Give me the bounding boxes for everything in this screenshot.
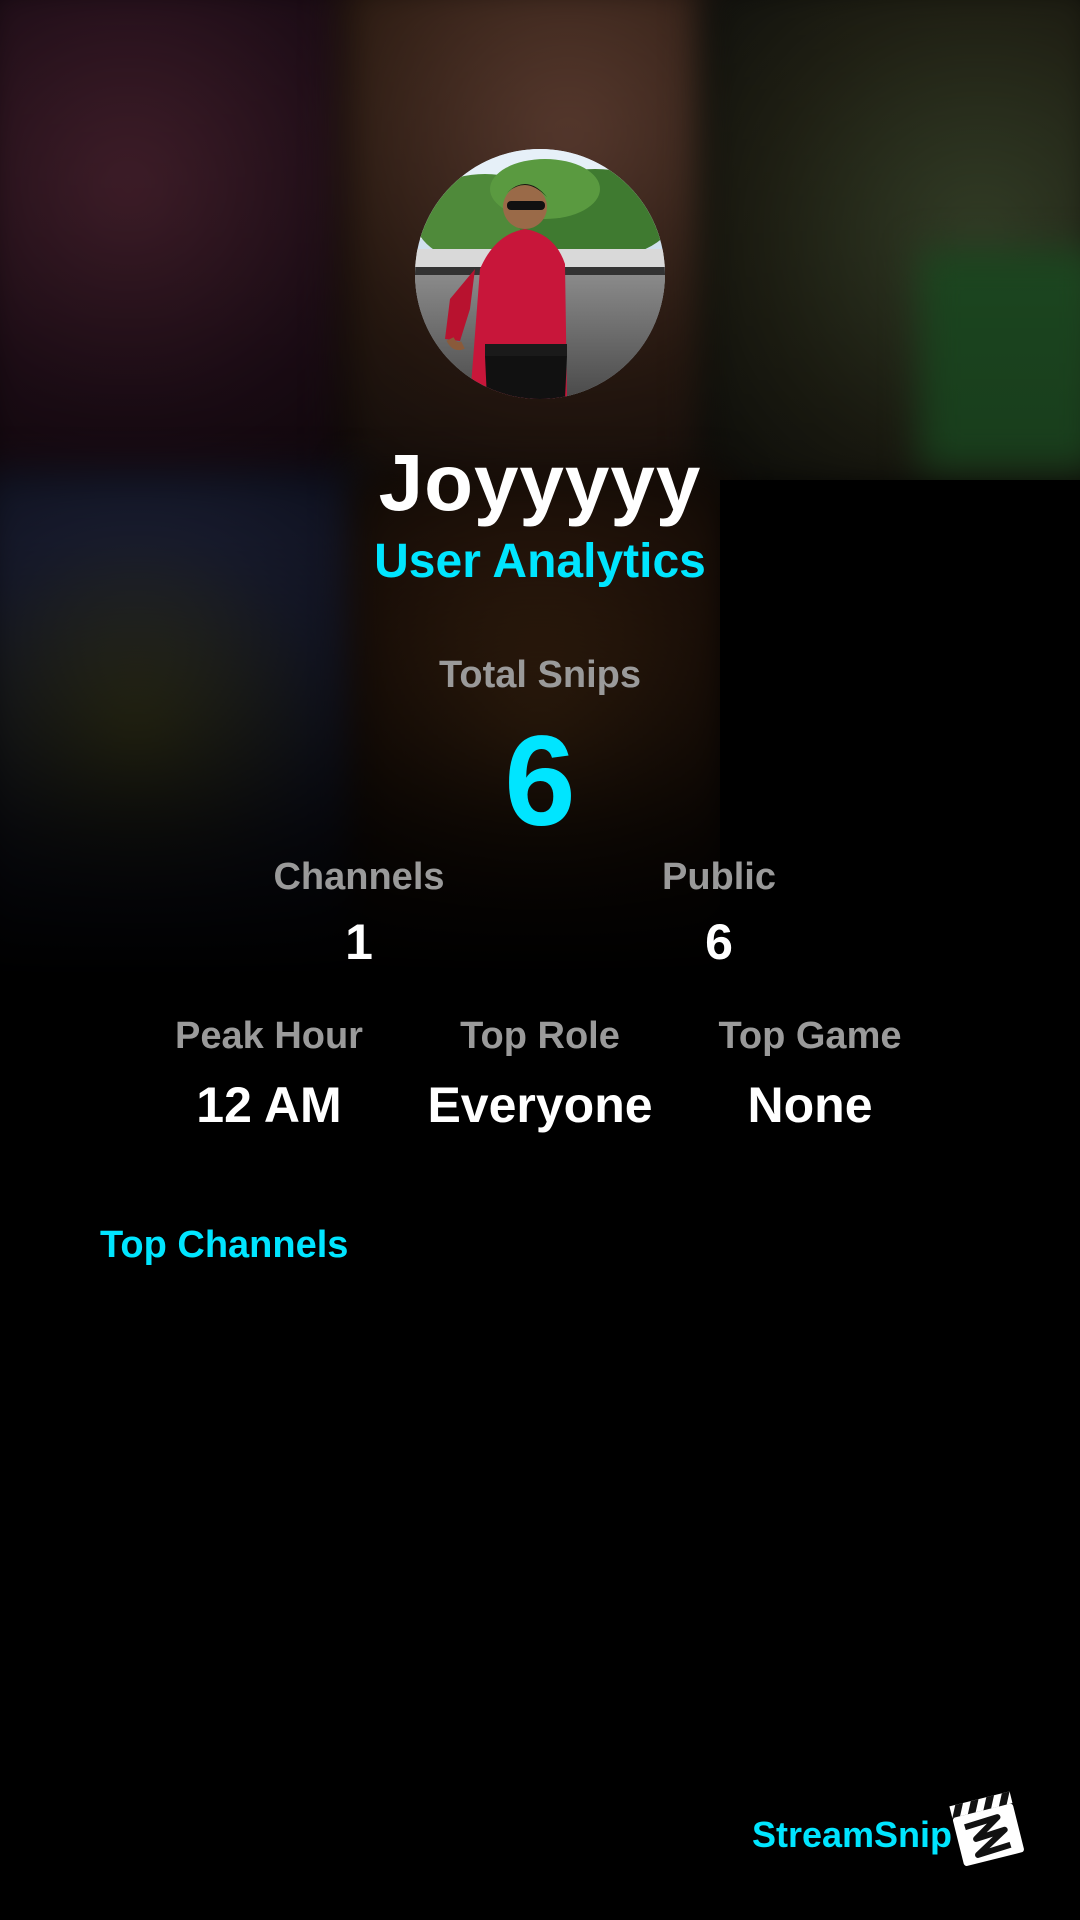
stat-top-game: Top Game None (670, 1013, 950, 1135)
clapperboard-icon (948, 1790, 1026, 1868)
stat-label: Top Role (460, 1015, 620, 1057)
profile-avatar (415, 149, 665, 399)
stat-value: 12 AM (196, 1077, 342, 1133)
stat-value: Everyone (427, 1077, 653, 1133)
username: Joyyyyy (378, 438, 702, 527)
brand-name: StreamSnip (751, 1814, 952, 1855)
stat-value: None (747, 1077, 873, 1133)
stat-peak-hour: Peak Hour 12 AM (129, 1013, 409, 1135)
stat-channels: Channels 1 (234, 854, 484, 972)
total-snips-label: Total Snips (439, 654, 641, 696)
stat-public: Public 6 (594, 854, 844, 972)
stat-label: Peak Hour (175, 1015, 363, 1057)
avatar-photo (415, 149, 665, 399)
analytics-card: Joyyyyy User Analytics Total Snips 6 Cha… (0, 0, 1080, 1920)
stat-value: 6 (705, 914, 733, 970)
total-snips-value: 6 (504, 710, 576, 853)
top-channels-heading: Top Channels (100, 1224, 349, 1266)
stat-value: 1 (345, 914, 373, 970)
stat-label: Channels (273, 856, 445, 898)
stat-label: Top Game (718, 1015, 902, 1057)
stat-top-role: Top Role Everyone (400, 1013, 680, 1135)
page-subtitle: User Analytics (374, 535, 706, 588)
stat-label: Public (661, 856, 777, 898)
